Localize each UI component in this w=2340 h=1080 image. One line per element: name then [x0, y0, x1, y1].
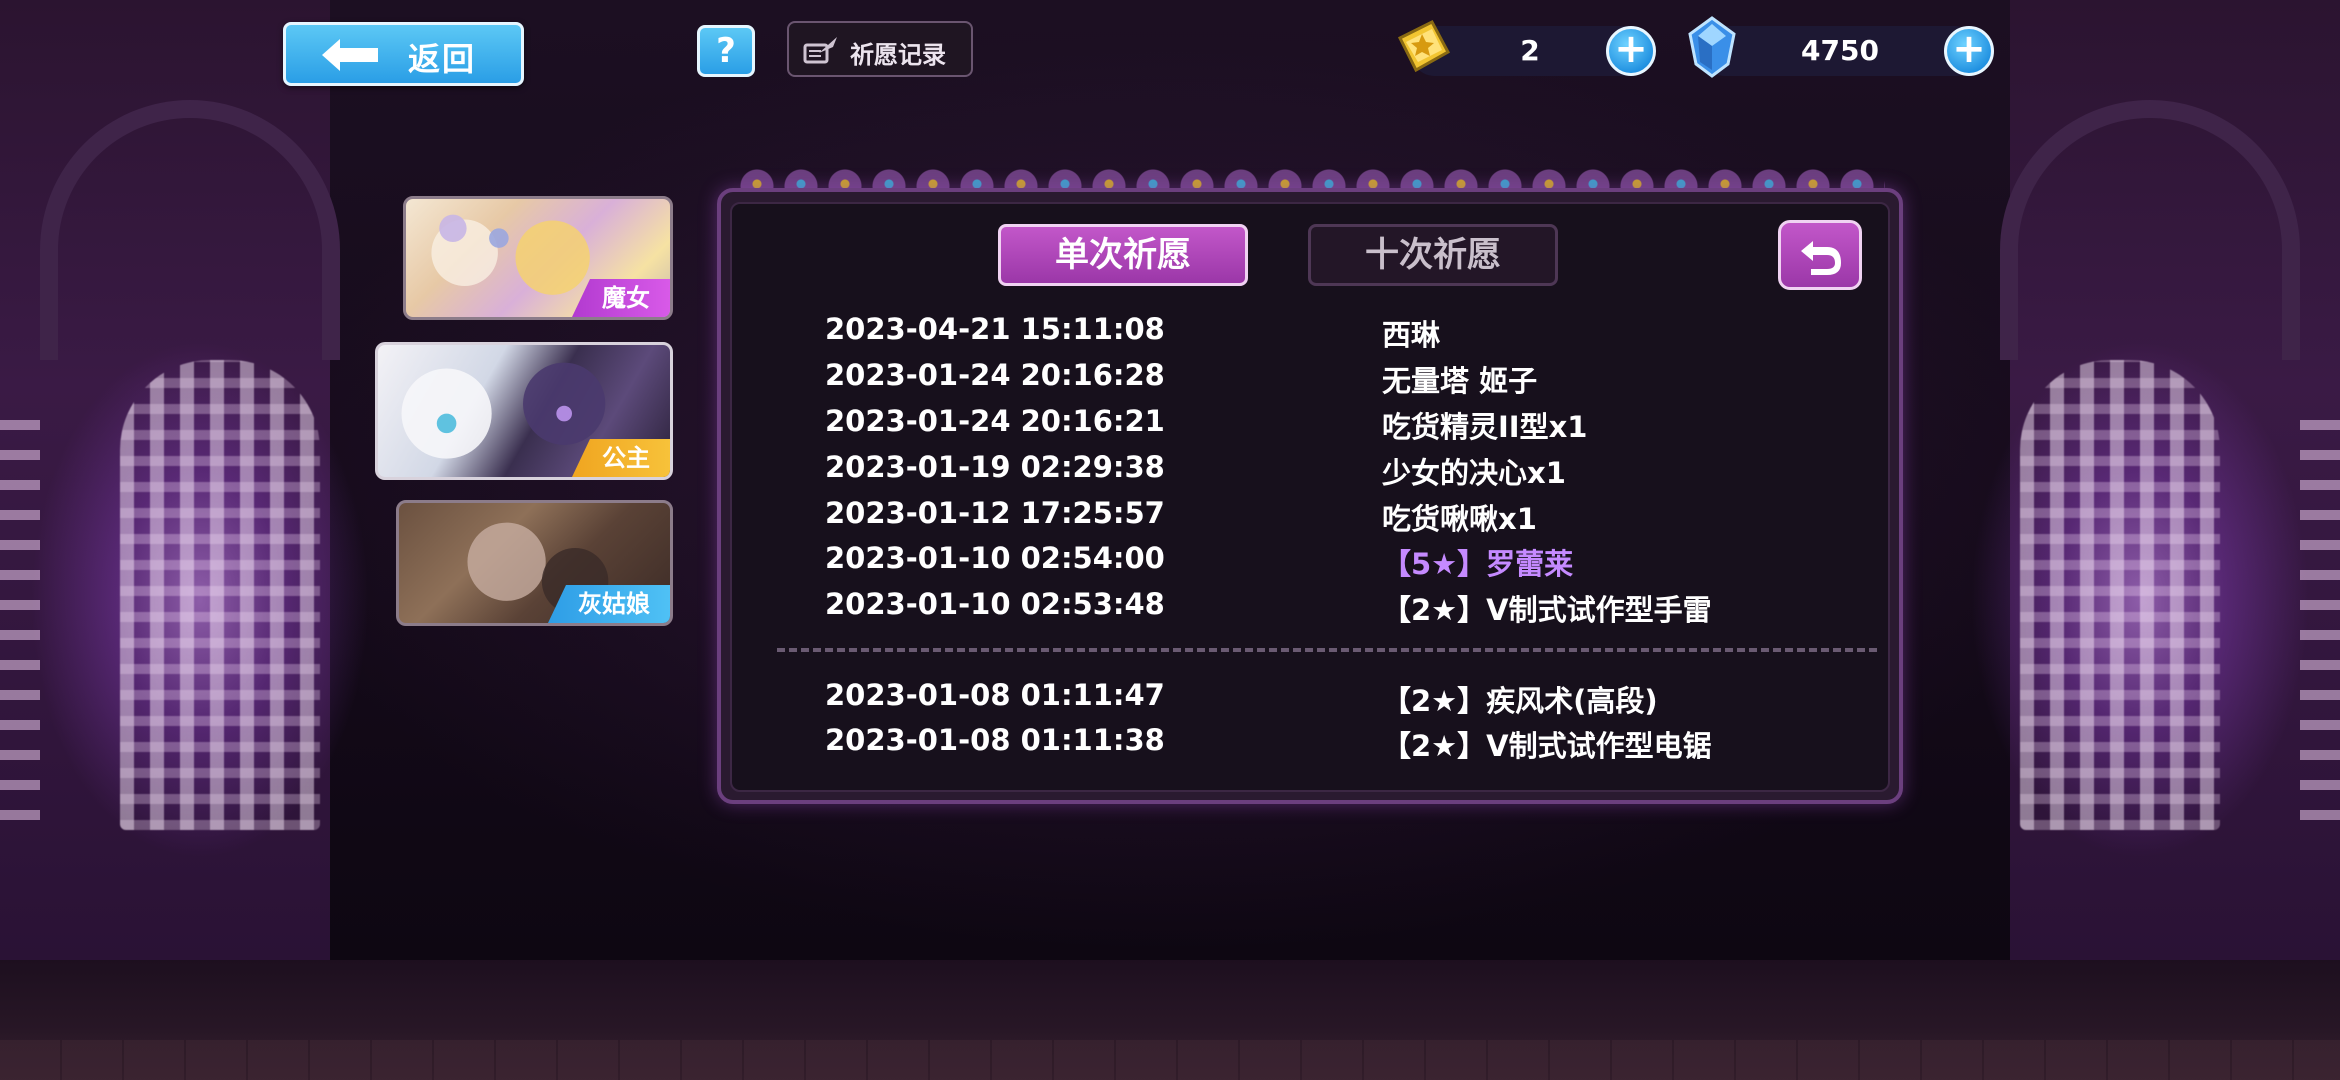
right-stained-window	[2020, 360, 2220, 830]
floor-tiles	[0, 1040, 2340, 1080]
banner-princess[interactable]: 公主	[375, 342, 673, 480]
record-item-rare: 【5★】罗蕾莱	[1382, 547, 1574, 581]
record-item: 【2★】V制式试作型手雷	[1382, 593, 1712, 627]
quill-book-icon	[803, 37, 837, 64]
record-item: 少女的决心x1	[1382, 456, 1566, 490]
record-time: 2023-01-24 20:16:21	[825, 404, 1165, 438]
record-row: 2023-04-21 15:11:08 西琳	[825, 312, 1825, 352]
record-row: 2023-01-10 02:53:48 【2★】V制式试作型手雷	[825, 587, 1825, 627]
record-time: 2023-01-19 02:29:38	[825, 450, 1165, 484]
crystal-icon	[1688, 16, 1736, 78]
record-time: 2023-04-21 15:11:08	[825, 312, 1165, 346]
record-item: 西琳	[1382, 318, 1441, 352]
back-button[interactable]: 返回	[283, 22, 524, 86]
record-time: 2023-01-24 20:16:28	[825, 358, 1165, 392]
add-crystal-button[interactable]: +	[1944, 26, 1994, 76]
record-row: 2023-01-19 02:29:38 少女的决心x1	[825, 450, 1825, 490]
tab-single-wish[interactable]: 单次祈愿	[998, 224, 1248, 286]
session-divider	[777, 648, 1877, 652]
record-time: 2023-01-10 02:53:48	[825, 587, 1165, 621]
wish-record-label: 祈愿记录	[850, 41, 946, 69]
wish-record-button[interactable]: 祈愿记录	[787, 21, 973, 77]
record-item: 无量塔 姬子	[1382, 364, 1538, 398]
record-row: 2023-01-08 01:11:47 【2★】疾风术(高段)	[825, 678, 1825, 718]
record-time: 2023-01-10 02:54:00	[825, 541, 1165, 575]
left-stained-window	[120, 360, 320, 830]
help-button[interactable]: ?	[697, 25, 755, 77]
right-edge-window	[2300, 420, 2340, 820]
record-item: 吃货精灵II型x1	[1382, 410, 1588, 444]
arrow-left-icon	[322, 39, 378, 71]
banner-witch[interactable]: 魔女	[403, 196, 673, 320]
record-row: 2023-01-24 20:16:28 无量塔 姬子	[825, 358, 1825, 398]
gold-ticket-icon	[1397, 20, 1451, 73]
record-time: 2023-01-08 01:11:38	[825, 723, 1165, 757]
record-item: 【2★】V制式试作型电锯	[1382, 729, 1712, 763]
plus-icon: +	[1614, 26, 1648, 72]
plus-icon: +	[1952, 26, 1986, 72]
crystal-value: 4750	[1801, 34, 1879, 67]
crystal-counter: 4750	[1700, 26, 1980, 76]
record-row: 2023-01-10 02:54:00 【5★】罗蕾莱	[825, 541, 1825, 581]
record-row: 2023-01-08 01:11:38 【2★】V制式试作型电锯	[825, 723, 1825, 763]
record-time: 2023-01-12 17:25:57	[825, 496, 1165, 530]
tab-ten-wish[interactable]: 十次祈愿	[1308, 224, 1558, 286]
record-row: 2023-01-12 17:25:57 吃货啾啾x1	[825, 496, 1825, 536]
undo-arrow-icon	[1801, 241, 1841, 275]
banner-tag-cinderella: 灰姑娘	[548, 585, 670, 623]
add-gold-ticket-button[interactable]: +	[1606, 26, 1656, 76]
back-label: 返回	[408, 40, 477, 78]
return-button[interactable]	[1778, 220, 1862, 290]
record-item: 【2★】疾风术(高段)	[1382, 684, 1658, 718]
record-row: 2023-01-24 20:16:21 吃货精灵II型x1	[825, 404, 1825, 444]
left-edge-window	[0, 420, 40, 820]
record-item: 吃货啾啾x1	[1382, 502, 1537, 536]
banner-cinderella[interactable]: 灰姑娘	[396, 500, 673, 626]
record-time: 2023-01-08 01:11:47	[825, 678, 1165, 712]
